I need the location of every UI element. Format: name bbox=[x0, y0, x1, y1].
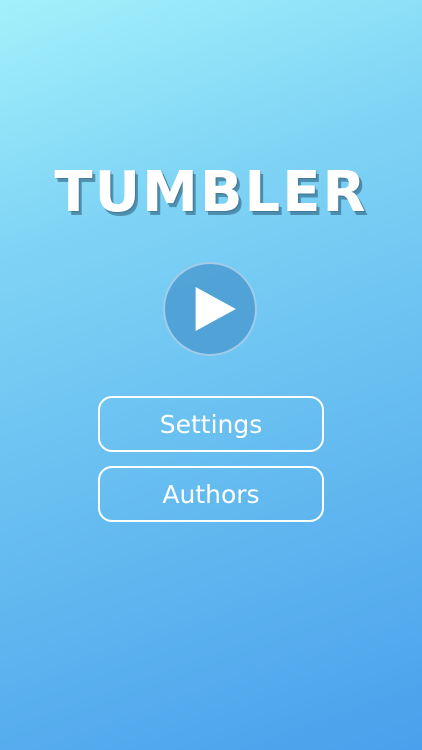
play-button[interactable] bbox=[163, 262, 257, 356]
settings-button-label: Settings bbox=[159, 409, 263, 439]
authors-button-label: Authors bbox=[162, 479, 260, 509]
authors-button[interactable]: Authors bbox=[98, 466, 324, 522]
game-title: TUMBLER bbox=[54, 160, 368, 225]
main-menu-screen: TUMBLER Settings Authors bbox=[0, 0, 422, 750]
play-icon bbox=[195, 286, 236, 332]
settings-button[interactable]: Settings bbox=[98, 396, 324, 452]
